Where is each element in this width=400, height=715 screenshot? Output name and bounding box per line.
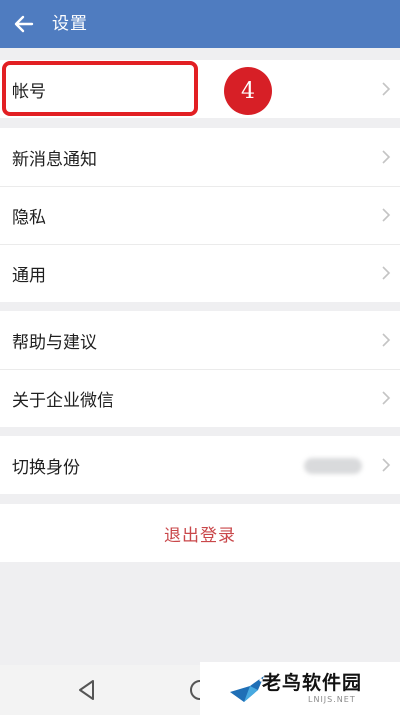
back-button[interactable] [8,8,40,40]
settings-item-new-message-notification[interactable]: 新消息通知 [0,128,400,186]
settings-item-label: 隐私 [12,207,46,228]
settings-item-label: 切换身份 [12,457,80,478]
settings-item-general[interactable]: 通用 [0,244,400,302]
settings-group-identity: 切换身份 [0,436,400,494]
chevron-right-icon [382,333,391,347]
chevron-right-icon [382,150,391,164]
back-triangle-icon[interactable] [73,676,101,704]
step-badge: 4 [224,67,272,115]
watermark-text: 老鸟软件园 [262,672,363,694]
logout-button[interactable]: 退出登录 [0,504,400,562]
back-arrow-icon [14,15,34,33]
chevron-right-icon [382,458,391,472]
chevron-right-icon [382,208,391,222]
settings-item-label: 关于企业微信 [12,390,114,411]
settings-item-help-feedback[interactable]: 帮助与建议 [0,311,400,369]
chevron-right-icon [382,82,391,96]
settings-item-privacy[interactable]: 隐私 [0,186,400,244]
settings-group-general: 新消息通知 隐私 通用 [0,128,400,302]
settings-item-label: 通用 [12,265,46,286]
watermark-subtext: LNIJS.NET [308,695,356,704]
settings-group-help: 帮助与建议 关于企业微信 [0,311,400,427]
settings-item-label: 帮助与建议 [12,332,97,353]
settings-item-label: 新消息通知 [12,149,97,170]
blurred-identity-value [304,458,362,474]
page-title: 设置 [52,14,88,34]
highlight-box [2,61,198,116]
chevron-right-icon [382,391,391,405]
settings-item-switch-identity[interactable]: 切换身份 [0,436,400,494]
chevron-right-icon [382,266,391,280]
watermark: 老鸟软件园 LNIJS.NET [200,662,400,715]
top-bar: 设置 [0,0,400,48]
settings-item-about[interactable]: 关于企业微信 [0,369,400,427]
logout-label: 退出登录 [164,525,236,546]
